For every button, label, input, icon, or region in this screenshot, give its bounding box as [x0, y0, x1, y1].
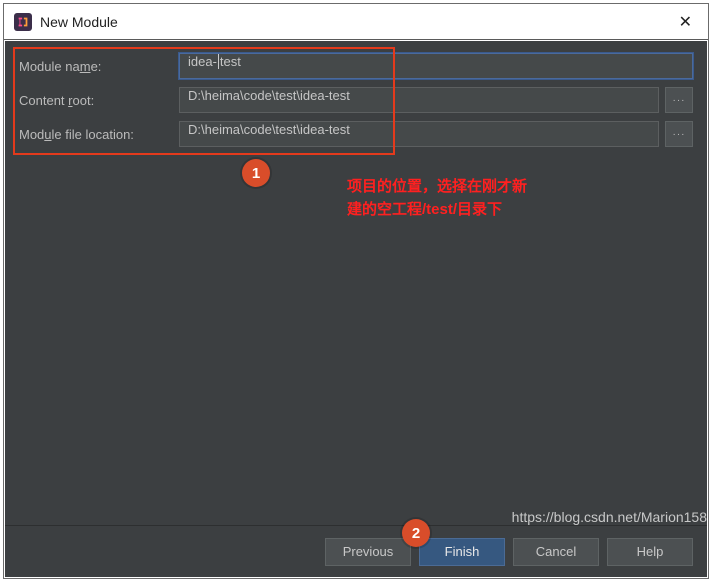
- content-root-label: Content root:: [19, 93, 179, 108]
- module-file-location-label: Module file location:: [19, 127, 179, 142]
- annotation-text: 项目的位置，选择在刚才新 建的空工程/test/目录下: [347, 176, 577, 221]
- cancel-button[interactable]: Cancel: [513, 538, 599, 566]
- title-bar: New Module ✕: [4, 4, 708, 40]
- intellij-icon: [14, 13, 32, 31]
- module-file-location-browse-button[interactable]: ···: [665, 121, 693, 147]
- annotation-badge-1: 1: [242, 159, 270, 187]
- window-title: New Module: [40, 14, 671, 30]
- text-caret: [218, 54, 219, 69]
- content-root-browse-button[interactable]: ···: [665, 87, 693, 113]
- watermark-text: https://blog.csdn.net/Marion158: [512, 509, 707, 525]
- module-file-location-input[interactable]: D:\heima\code\test\idea-test: [179, 121, 659, 147]
- previous-button[interactable]: Previous: [325, 538, 411, 566]
- annotation-badge-2: 2: [402, 519, 430, 547]
- content-root-input[interactable]: D:\heima\code\test\idea-test: [179, 87, 659, 113]
- module-name-label: Module name:: [19, 59, 179, 74]
- module-name-input[interactable]: idea-test: [179, 53, 693, 79]
- finish-button[interactable]: Finish: [419, 538, 505, 566]
- close-icon[interactable]: ✕: [671, 8, 700, 36]
- button-bar: Previous Finish Cancel Help: [5, 525, 707, 577]
- module-file-location-row: Module file location: D:\heima\code\test…: [19, 121, 693, 147]
- content-root-row: Content root: D:\heima\code\test\idea-te…: [19, 87, 693, 113]
- module-name-row: Module name: idea-test: [19, 53, 693, 79]
- help-button[interactable]: Help: [607, 538, 693, 566]
